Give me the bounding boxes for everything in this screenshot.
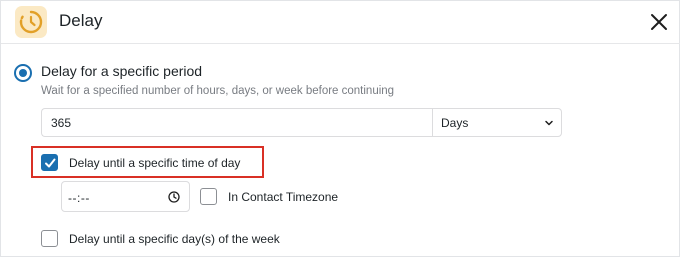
time-of-day-checkbox[interactable]: [41, 154, 58, 171]
clock-icon[interactable]: [168, 191, 180, 203]
time-of-day-input[interactable]: --:--: [61, 181, 190, 212]
delay-amount-input[interactable]: [41, 108, 433, 137]
panel-header: Delay: [1, 1, 680, 44]
contact-timezone-checkbox[interactable]: [200, 188, 217, 205]
panel-title: Delay: [59, 11, 103, 30]
delay-period-label[interactable]: Delay for a specific period: [41, 63, 202, 79]
delay-period-description: Wait for a specified number of hours, da…: [41, 85, 395, 97]
day-of-week-label[interactable]: Delay until a specific day(s) of the wee…: [69, 232, 280, 246]
delay-period-radio[interactable]: [14, 64, 32, 82]
chevron-down-icon: [545, 120, 553, 126]
time-of-day-label[interactable]: Delay until a specific time of day: [69, 156, 240, 170]
delay-clock-icon: [15, 6, 47, 38]
delay-unit-value: Days: [441, 116, 469, 130]
contact-timezone-label[interactable]: In Contact Timezone: [228, 190, 338, 204]
delay-panel: Delay Delay for a specific period Wait f…: [0, 0, 680, 257]
time-value: --:--: [68, 191, 90, 205]
close-icon: [651, 14, 667, 30]
checkmark-icon: [45, 158, 56, 168]
close-button[interactable]: [647, 10, 671, 34]
delay-unit-select[interactable]: Days: [432, 108, 562, 137]
day-of-week-checkbox[interactable]: [41, 230, 58, 247]
